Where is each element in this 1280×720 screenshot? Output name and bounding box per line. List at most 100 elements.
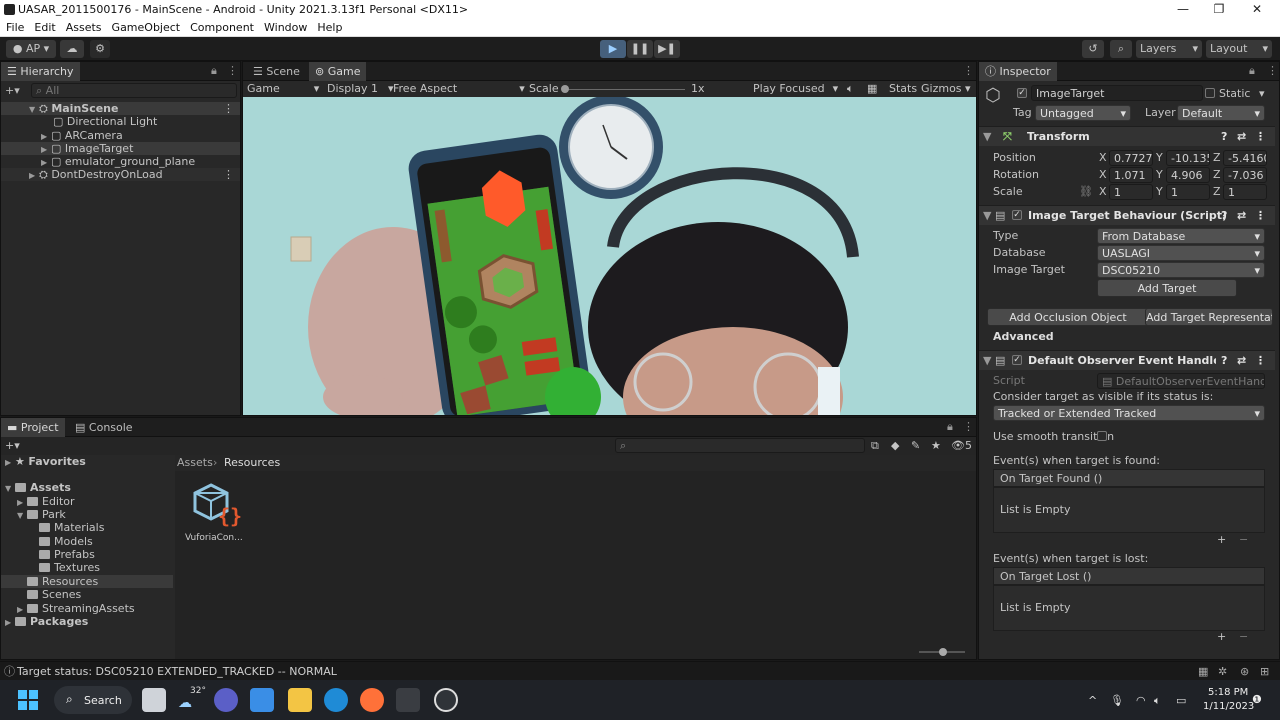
database-dropdown[interactable]: UASLAGI ▾ [1097,245,1265,261]
position-x-field[interactable]: 0.77275 [1109,150,1153,166]
more-icon[interactable]: ⋮ [1255,129,1266,144]
battery-icon[interactable]: ▭ [1176,693,1186,708]
wifi-icon[interactable]: ◠ [1136,693,1146,708]
position-y-field[interactable]: -10.135 [1166,150,1210,166]
clock-date[interactable]: 1/11/2023 [1203,699,1254,714]
more-icon[interactable]: ⋮ [227,64,238,77]
teams-chat-icon[interactable] [214,688,238,712]
link-icon[interactable]: ⛓ [1079,184,1093,199]
observer-handler-header[interactable]: ▼ ▤ ✓ Default Observer Event Handler (Sc… [979,350,1275,370]
add-representation-button[interactable]: Add Target Representation [1145,308,1273,326]
scale-slider[interactable] [563,89,685,90]
image-target-dropdown[interactable]: DSC05210 ▾ [1097,262,1265,278]
filter-label-icon[interactable]: ◆ [891,438,899,453]
help-icon[interactable]: ? [1221,129,1227,144]
firefox-icon[interactable] [360,688,384,712]
cloud-icon[interactable]: ☁ [60,40,84,58]
tree-item-resources[interactable]: Resources [1,575,173,588]
position-z-field[interactable]: -5.4160 [1223,150,1267,166]
gizmos-button[interactable]: Gizmos [921,81,962,96]
taskbar-search[interactable]: ⌕ Search [54,686,132,714]
hierarchy-item-mainscene[interactable]: ▼ ⛭ MainScene ⋮ [1,102,240,115]
hierarchy-search-input[interactable]: ⌕ All [31,83,237,98]
add-event-icon[interactable]: + [1217,629,1226,644]
menu-component[interactable]: Component [190,21,254,34]
rotation-y-field[interactable]: 4.906 [1166,167,1210,183]
tab-scene[interactable]: ☰ Scene [247,62,306,81]
game-dropdown[interactable]: Game ▾ [247,81,319,96]
chevron-up-icon[interactable]: ^ [1088,693,1097,708]
layout-dropdown[interactable]: Layout ▾ [1206,40,1272,58]
tree-item-materials[interactable]: Materials [1,521,104,534]
tree-item-prefabs[interactable]: Prefabs [1,548,95,561]
tab-inspector[interactable]: ⓘ Inspector [979,62,1057,81]
transform-header[interactable]: ▼ ⤧ Transform ? ⇄ ⋮ [979,126,1275,146]
filter-type-icon[interactable]: ⧉ [871,438,879,453]
remove-event-icon[interactable]: − [1239,532,1248,547]
component-enabled-checkbox[interactable]: ✓ [1012,355,1022,365]
rotation-x-field[interactable]: 1.071 [1109,167,1153,183]
notification-icon[interactable]: ❶ [1252,692,1262,707]
layers-dropdown[interactable]: Layers ▾ [1136,40,1202,58]
microphone-icon[interactable]: 🎙︎ [1110,693,1124,708]
tree-item-streamingassets[interactable]: ▶ StreamingAssets [1,602,135,615]
favorite-icon[interactable]: ★ [931,438,941,453]
hierarchy-item-imagetarget[interactable]: ▶ ▢ ImageTarget [1,142,240,155]
menu-edit[interactable]: Edit [34,21,55,34]
tab-hierarchy[interactable]: ☰ Hierarchy [1,62,80,81]
hidden-packages-icon[interactable]: 👁︎5 [951,438,972,453]
favorites-item[interactable]: ▶ ★ Favorites [1,455,173,468]
active-checkbox[interactable]: ✓ [1017,88,1027,98]
menu-window[interactable]: Window [264,21,307,34]
asset-vuforia-config[interactable]: {} VuforiaCon... [183,481,243,547]
grid-icon[interactable]: ▦ [867,81,877,96]
history-icon[interactable]: ↺ [1082,40,1104,58]
lock-icon[interactable]: 🔒︎ [1249,64,1255,78]
display-dropdown[interactable]: Display 1 ▾ [327,81,394,96]
breadcrumb-resources[interactable]: Resources [224,455,280,470]
audio-icon[interactable]: 🔈︎ [847,81,854,96]
tab-game[interactable]: ⊚ Game [309,62,367,81]
progress-icon[interactable]: ▦ [1198,664,1208,679]
filter-scene-icon[interactable]: ✎ [911,438,920,453]
preset-icon[interactable]: ⇄ [1237,353,1246,368]
menu-assets[interactable]: Assets [66,21,102,34]
add-occlusion-button[interactable]: Add Occlusion Object [987,308,1149,326]
chevron-down-icon[interactable]: ▾ [1259,86,1265,101]
tree-item-park[interactable]: ▼ Park [1,508,66,521]
stats-button[interactable]: Stats [889,81,917,96]
more-icon[interactable]: ⋮ [1255,208,1266,223]
preset-icon[interactable]: ⇄ [1237,129,1246,144]
more-icon[interactable]: ⋮ [963,420,974,433]
static-checkbox[interactable] [1205,88,1215,98]
clock-time[interactable]: 5:18 PM [1208,685,1248,700]
help-icon[interactable]: ? [1221,353,1227,368]
more-icon[interactable]: ⋮ [1255,353,1266,368]
play-button[interactable]: ▶ [600,40,626,58]
menu-help[interactable]: Help [317,21,342,34]
icon-size-slider-handle[interactable] [939,648,947,656]
scale-slider-handle[interactable] [561,85,569,93]
unity-taskbar-icon[interactable] [396,688,420,712]
add-target-button[interactable]: Add Target [1097,279,1237,297]
type-dropdown[interactable]: From Database ▾ [1097,228,1265,244]
tree-item-textures[interactable]: Textures [1,561,100,574]
add-asset-icon[interactable]: +▾ [5,438,20,453]
tree-item-packages[interactable]: ▶ Packages [1,615,88,628]
help-icon[interactable]: ? [1221,208,1227,223]
more-icon[interactable]: ⋮ [223,168,234,181]
tree-item-models[interactable]: Models [1,535,93,548]
component-enabled-checkbox[interactable]: ✓ [1012,210,1022,220]
cache-icon[interactable]: ⊛ [1240,664,1249,679]
hierarchy-item-dontdestroyonload[interactable]: ▶ ⛭ DontDestroyOnLoad ⋮ [1,168,240,181]
task-view-icon[interactable] [142,688,166,712]
chevron-down-icon[interactable]: ▾ [965,81,971,96]
lock-icon[interactable]: 🔒︎ [211,64,217,78]
pause-button[interactable]: ❚❚ [627,40,653,58]
preset-icon[interactable]: ⇄ [1237,208,1246,223]
aspect-dropdown[interactable]: Free Aspect ▾ [393,81,525,96]
rotation-z-field[interactable]: -7.036 [1223,167,1267,183]
more-icon[interactable]: ⋮ [223,102,234,115]
obs-icon[interactable] [434,688,458,712]
file-explorer-icon[interactable] [288,688,312,712]
